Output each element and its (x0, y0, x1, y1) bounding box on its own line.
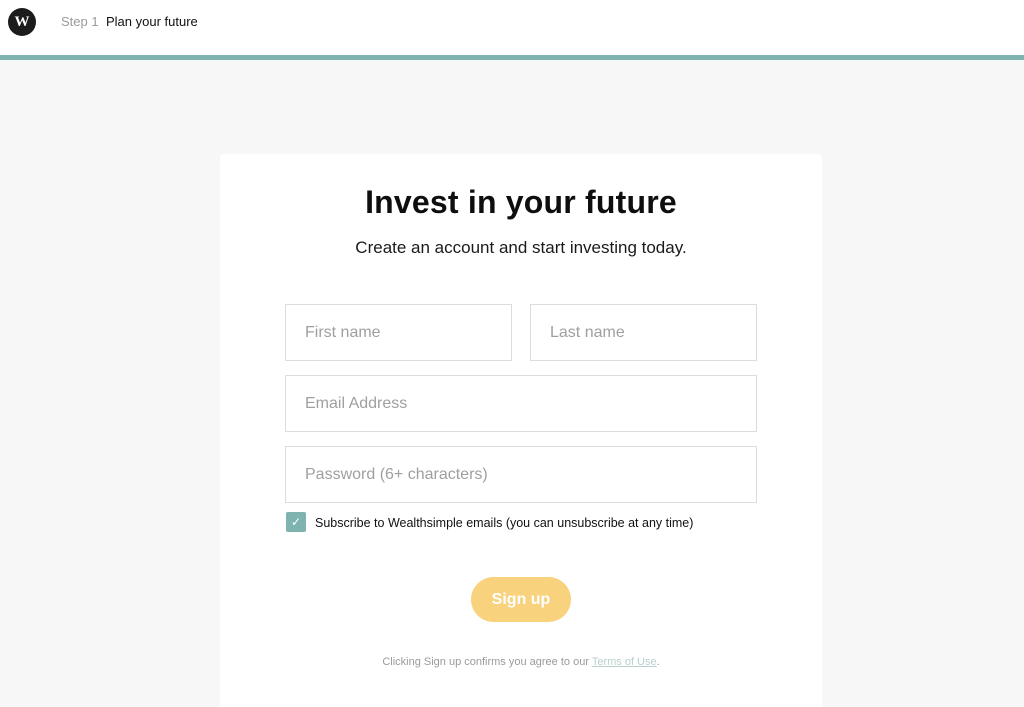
page-title: Invest in your future (365, 184, 677, 220)
password-input[interactable] (285, 446, 757, 503)
first-name-input[interactable] (285, 304, 512, 361)
wealthsimple-logo-icon[interactable]: W (8, 8, 36, 36)
terms-prefix: Clicking Sign up confirms you agree to o… (382, 656, 592, 668)
terms-suffix: . (656, 656, 660, 668)
page-subtitle: Create an account and start investing to… (355, 238, 687, 257)
subscribe-checkbox[interactable]: ✓ (286, 512, 306, 532)
sign-up-button[interactable]: Sign up (471, 577, 571, 622)
step-title: Plan your future (106, 14, 198, 29)
subscribe-label[interactable]: Subscribe to Wealthsimple emails (you ca… (315, 516, 693, 530)
last-name-input[interactable] (530, 304, 757, 361)
email-input[interactable] (285, 375, 757, 432)
top-bar: W Step 1 Plan your future (0, 0, 1024, 55)
signup-card: Invest in your future Create an account … (220, 154, 822, 707)
progress-bar (0, 55, 1024, 60)
terms-of-use-link[interactable]: Terms of Use (592, 656, 657, 668)
terms-notice: Clicking Sign up confirms you agree to o… (220, 656, 822, 668)
step-label: Step 1 (61, 14, 99, 29)
logo-letter: W (14, 13, 30, 30)
checkmark-icon: ✓ (290, 515, 302, 529)
